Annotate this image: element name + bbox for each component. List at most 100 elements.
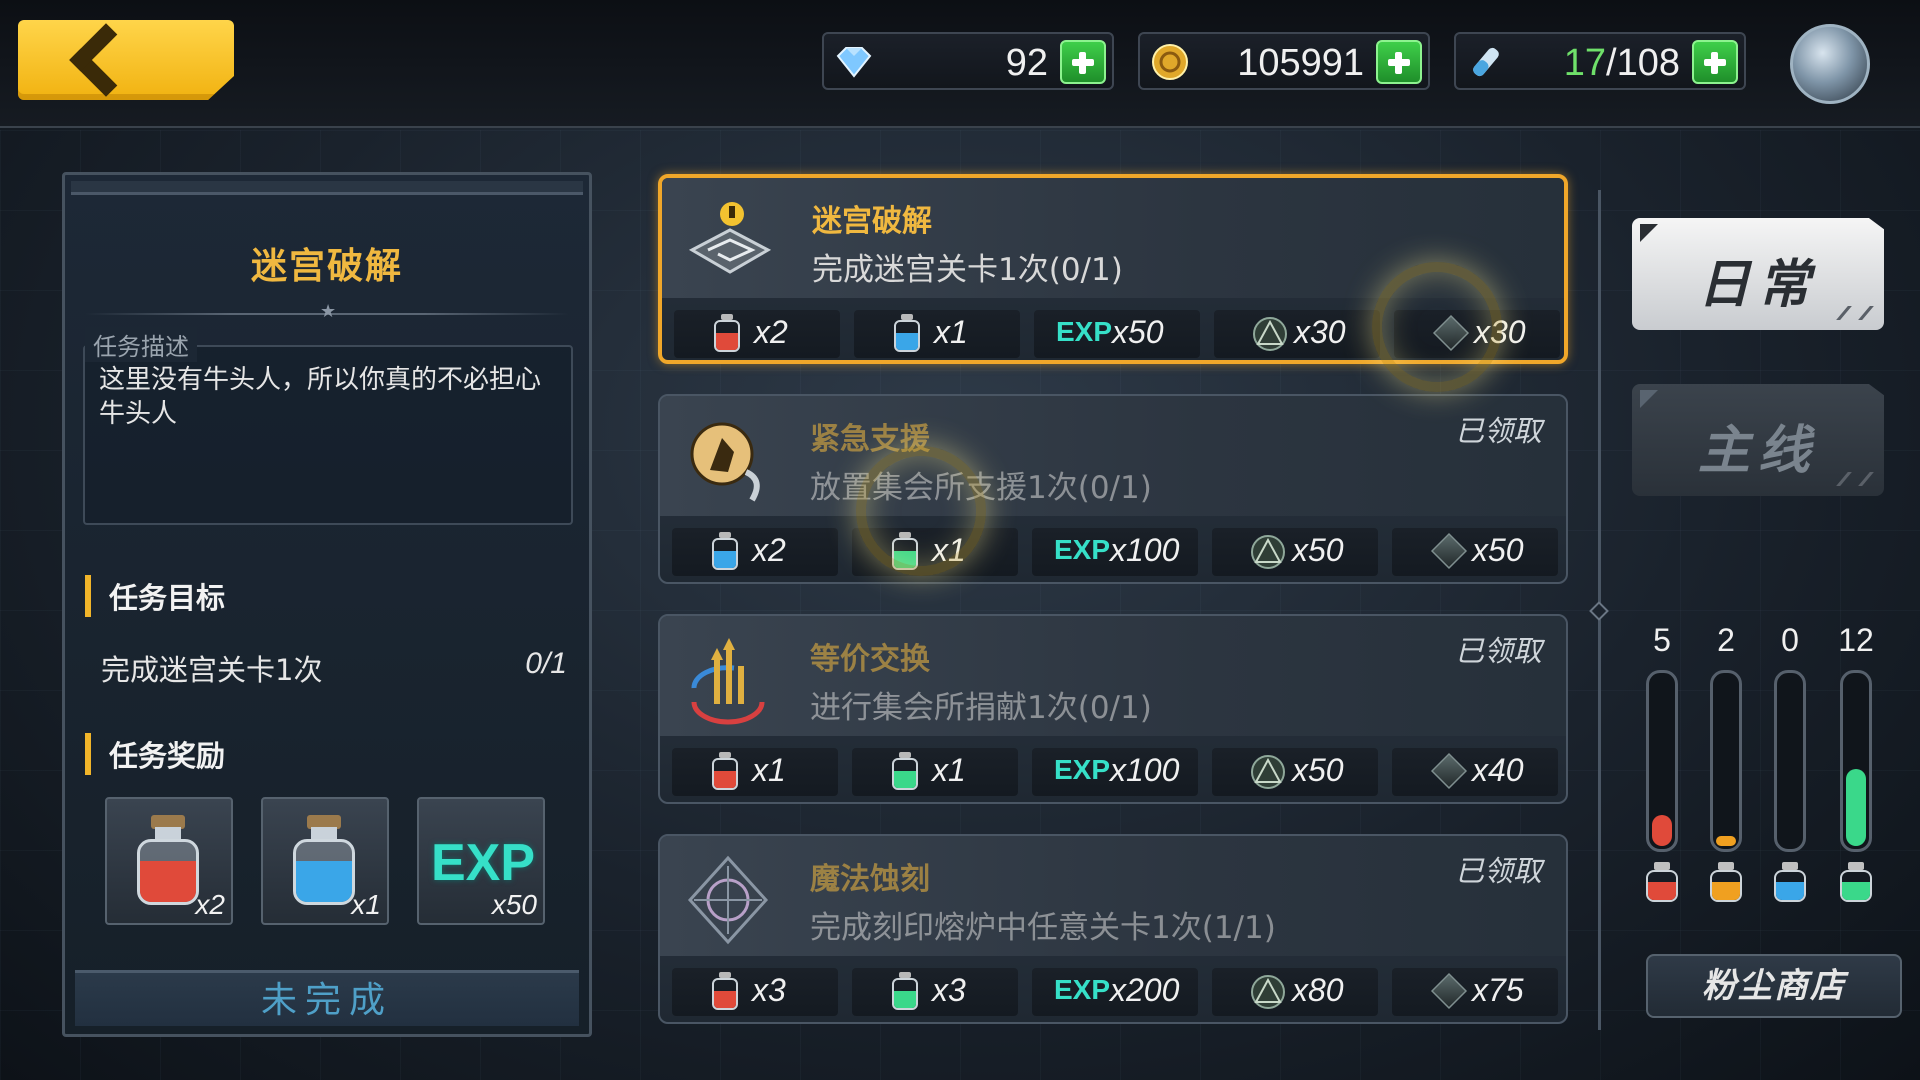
quest-card-support[interactable]: 紧急支援 放置集会所支援1次(0/1) 已领取 x2 x1 EXP x100 x…	[658, 394, 1568, 584]
reward-slot: EXP x100	[1032, 528, 1198, 576]
quest-rewards: x2 x1 EXP x50 x30 x30	[674, 310, 1560, 358]
star-icon: ★	[320, 301, 337, 322]
reward-slot: x30	[1394, 310, 1560, 358]
gauge-tube	[1710, 670, 1742, 852]
reward-qty: x80	[1292, 972, 1344, 1008]
reward-qty: x2	[195, 889, 225, 920]
exchange-icon	[691, 638, 765, 725]
reward-slot: x50	[1392, 528, 1558, 576]
goal-progress: 0/1	[525, 647, 567, 680]
reward-qty: x50	[1112, 314, 1164, 350]
tab-daily-label: 日常	[1697, 255, 1818, 315]
reward-qty: x50	[1292, 532, 1344, 568]
reward-qty: x40	[1472, 752, 1524, 788]
diamond-marker	[1589, 601, 1609, 621]
tab-daily[interactable]: 日常	[1632, 218, 1884, 330]
quest-card-maze[interactable]: 迷宫破解 完成迷宫关卡1次(0/1) x2 x1 EXP x50 x30 x30	[658, 174, 1568, 364]
quest-description: 放置集会所支援1次(0/1)	[810, 470, 1152, 506]
goal-text: 完成迷宫关卡1次	[101, 653, 323, 687]
reward-slot: x40	[1392, 748, 1558, 796]
blue-potion-icon	[894, 314, 920, 352]
red-potion-icon	[135, 815, 201, 907]
goal-header: 任务目标	[85, 575, 225, 617]
helmet-icon[interactable]	[1790, 24, 1870, 104]
blue-potion-icon	[291, 815, 357, 907]
claimed-status: 已领取	[1454, 634, 1542, 668]
stamina-vial-icon	[1473, 47, 1499, 77]
reward-tile[interactable]: x1	[261, 797, 389, 925]
dust-shop-button[interactable]: 粉尘商店	[1646, 954, 1902, 1018]
quest-title: 紧急支援	[810, 422, 930, 457]
blue-potion-gauge: 0	[1768, 622, 1812, 902]
gauge-tube	[1774, 670, 1806, 852]
maze-icon	[688, 202, 772, 274]
gold-counter: 105991	[1138, 32, 1430, 90]
dust-icon	[1430, 752, 1468, 790]
add-gems-button[interactable]	[1060, 40, 1106, 84]
tab-corner	[1640, 224, 1658, 242]
reward-tile[interactable]: EXP x50	[417, 797, 545, 925]
reward-qty: x2	[752, 532, 786, 568]
reward-qty: x3	[932, 972, 966, 1008]
stamina-value: 17/108	[1564, 42, 1680, 85]
emblem-icon	[1253, 317, 1287, 351]
claimed-status: 已领取	[1454, 854, 1542, 888]
tab-main[interactable]: 主线	[1632, 384, 1884, 496]
quest-rewards: x2 x1 EXP x100 x50 x50	[672, 528, 1558, 576]
emblem-icon	[1251, 535, 1285, 569]
reward-tile[interactable]: x2	[105, 797, 233, 925]
blue-potion-icon	[1774, 862, 1806, 902]
reward-slot: x50	[1212, 528, 1378, 576]
red-potion-icon	[712, 752, 738, 790]
reward-qty: x50	[491, 889, 537, 920]
reward-slot: x1	[672, 748, 838, 796]
stamina-max: /108	[1606, 42, 1680, 84]
red-potion-icon	[1646, 862, 1678, 902]
claimed-status: 已领取	[1454, 414, 1542, 448]
reward-qty: x1	[932, 532, 966, 568]
exp-icon: EXP	[431, 834, 536, 892]
red-potion-icon	[712, 972, 738, 1010]
tab-main-label: 主线	[1697, 421, 1818, 481]
green-potion-icon	[1840, 862, 1872, 902]
quest-title: 迷宫破解	[812, 204, 932, 239]
quest-description: 进行集会所捐献1次(0/1)	[810, 690, 1152, 726]
exp-icon: EXP	[1054, 754, 1111, 785]
red-potion-icon	[714, 314, 740, 352]
reward-qty: x3	[752, 972, 786, 1008]
stamina-counter: 17/108	[1454, 32, 1746, 90]
quest-description: 完成迷宫关卡1次(0/1)	[812, 252, 1123, 288]
green-potion-icon	[892, 972, 918, 1010]
reward-qty: x200	[1110, 972, 1180, 1008]
reward-qty: x100	[1110, 752, 1180, 788]
blue-potion-icon	[712, 532, 738, 570]
reward-slot: x2	[672, 528, 838, 576]
orange-potion-icon	[1710, 862, 1742, 902]
back-button[interactable]	[18, 20, 234, 100]
reward-slot: EXP x200	[1032, 968, 1198, 1016]
description-label: 任务描述	[85, 327, 197, 362]
stamina-current: 17	[1563, 42, 1607, 84]
quest-description: 完成刻印熔炉中任意关卡1次(1/1)	[810, 910, 1276, 946]
gauge-fill	[1652, 815, 1672, 846]
reward-slot: x1	[852, 528, 1018, 576]
gem-count: 92	[1005, 42, 1048, 84]
incomplete-status-button[interactable]: 未完成	[75, 970, 579, 1026]
gem-icon	[836, 47, 872, 78]
exp-icon: EXP	[1054, 534, 1111, 565]
exp-icon: EXP	[1056, 316, 1113, 347]
orange-potion-gauge: 2	[1704, 622, 1748, 902]
panel-top-strip	[71, 181, 583, 195]
reward-slot: x3	[672, 968, 838, 1016]
reward-qty: x30	[1474, 314, 1526, 350]
magic-etch-icon	[687, 855, 769, 945]
reward-qty: x100	[1110, 532, 1180, 568]
quest-title: 等价交换	[810, 642, 930, 677]
add-gold-button[interactable]	[1376, 40, 1422, 84]
quest-card-exchange[interactable]: 等价交换 进行集会所捐献1次(0/1) 已领取 x1 x1 EXP x100 x…	[658, 614, 1568, 804]
add-stamina-button[interactable]	[1692, 40, 1738, 84]
reward-qty: x1	[351, 889, 381, 920]
quest-detail-panel: 迷宫破解 ★ 任务描述 这里没有牛头人，所以你真的不必担心牛头人 任务目标 完成…	[62, 172, 592, 1037]
quest-card-magic-etch[interactable]: 魔法蚀刻 完成刻印熔炉中任意关卡1次(1/1) 已领取 x3 x3 EXP x2…	[658, 834, 1568, 1024]
quest-rewards: x3 x3 EXP x200 x80 x75	[672, 968, 1558, 1016]
